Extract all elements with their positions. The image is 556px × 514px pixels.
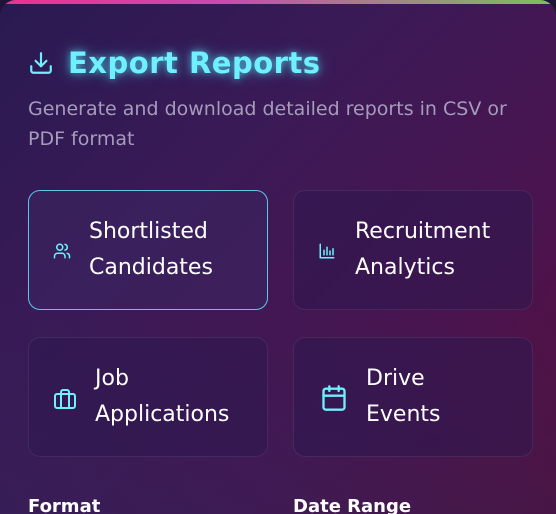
page-title: Export Reports [68,46,321,80]
report-card-label: Shortlisted Candidates [89,219,213,280]
report-card-recruitment-analytics[interactable]: Recruitment Analytics [293,190,533,310]
format-label: Format [28,496,101,514]
report-card-label: Job Applications [95,366,230,427]
bar-chart-icon [318,242,336,260]
download-icon [28,50,54,76]
export-reports-panel: Export Reports Generate and download det… [0,0,556,514]
report-card-label: Recruitment Analytics [355,219,491,280]
report-card-label: Drive Events [366,366,441,427]
date-range-label: Date Range [293,496,412,514]
panel-header: Export Reports [28,46,321,80]
calendar-icon [320,384,348,412]
report-card-drive-events[interactable]: Drive Events [293,337,533,457]
report-card-shortlisted-candidates[interactable]: Shortlisted Candidates [28,190,268,310]
briefcase-icon [53,387,77,411]
users-icon [53,242,71,260]
page-subtitle: Generate and download detailed reports i… [28,98,507,150]
report-card-job-applications[interactable]: Job Applications [28,337,268,457]
